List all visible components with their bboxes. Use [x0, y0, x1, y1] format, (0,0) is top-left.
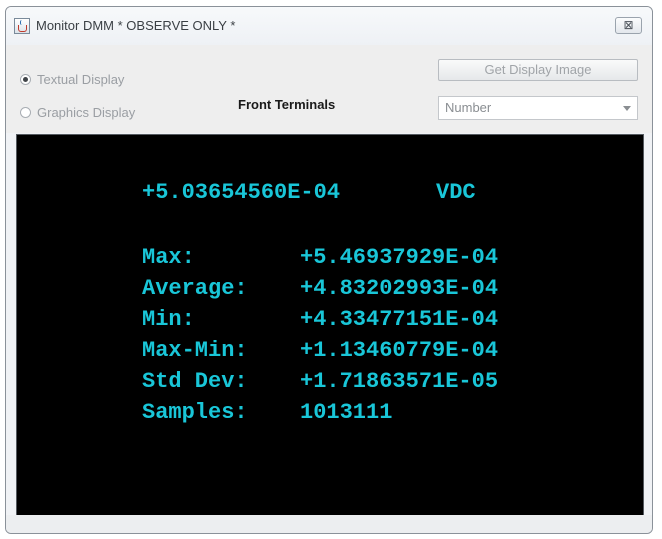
- reading-unit: VDC: [436, 180, 476, 205]
- close-button[interactable]: ⊠: [615, 17, 642, 34]
- format-select[interactable]: Number: [438, 96, 638, 120]
- main-reading: +5.03654560E-04: [142, 180, 341, 205]
- status-bar: [6, 515, 652, 533]
- radio-graphics-display[interactable]: Graphics Display: [20, 105, 135, 120]
- stat-value-samples: 1013111: [300, 400, 393, 425]
- chevron-down-icon: [623, 106, 631, 111]
- controls-panel: Textual Display Graphics Display Front T…: [6, 45, 652, 133]
- close-icon: ⊠: [623, 18, 634, 32]
- stat-value-max: +5.46937929E-04: [300, 245, 499, 270]
- stat-value-average: +4.83202993E-04: [300, 276, 499, 301]
- stat-value-std-dev: +1.71863571E-05: [300, 369, 499, 394]
- stat-label-min: Min:: [142, 307, 195, 332]
- stat-label-max: Max:: [142, 245, 195, 270]
- window-title: Monitor DMM * OBSERVE ONLY *: [36, 18, 236, 33]
- java-app-icon: [14, 18, 30, 34]
- monitor-dmm-window: Monitor DMM * OBSERVE ONLY * ⊠ Textual D…: [5, 6, 653, 534]
- radio-textual-display-label: Textual Display: [37, 72, 125, 87]
- stat-label-average: Average:: [142, 276, 248, 301]
- radio-textual-display[interactable]: Textual Display: [20, 72, 124, 87]
- dmm-display-panel: +5.03654560E-04 VDC Max: +5.46937929E-04…: [16, 134, 644, 516]
- stat-label-samples: Samples:: [142, 400, 248, 425]
- stat-value-max-min: +1.13460779E-04: [300, 338, 499, 363]
- radio-graphics-display-label: Graphics Display: [37, 105, 136, 120]
- stat-label-max-min: Max-Min:: [142, 338, 248, 363]
- get-display-image-button[interactable]: Get Display Image: [438, 59, 638, 81]
- stat-value-min: +4.33477151E-04: [300, 307, 499, 332]
- radio-unselected-icon: [20, 107, 31, 118]
- format-select-value: Number: [445, 100, 492, 115]
- radio-selected-icon: [20, 74, 31, 85]
- stat-label-std-dev: Std Dev:: [142, 369, 248, 394]
- terminals-label: Front Terminals: [238, 97, 336, 112]
- title-bar[interactable]: Monitor DMM * OBSERVE ONLY * ⊠: [6, 7, 652, 45]
